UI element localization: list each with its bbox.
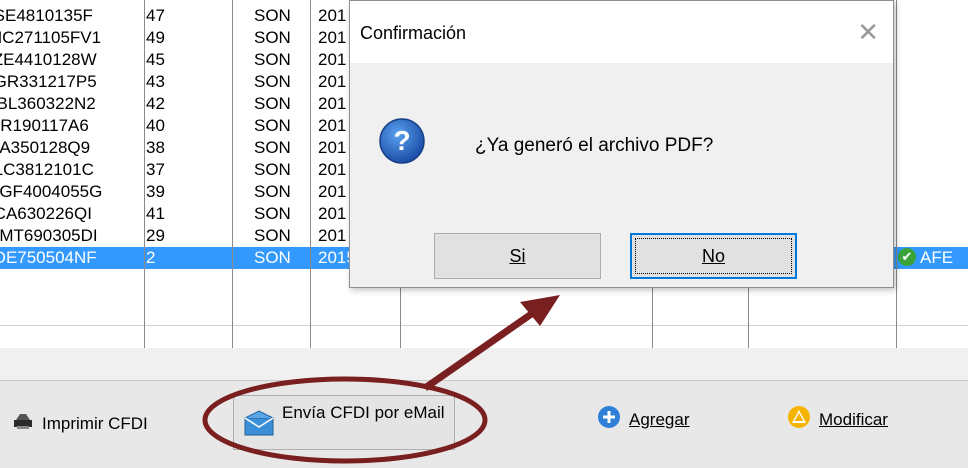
state-cell: SON	[254, 6, 291, 25]
state-cell: SON	[254, 50, 291, 69]
check-icon: ✔	[898, 248, 916, 267]
column-separator	[232, 0, 233, 348]
add-label: Agregar	[629, 409, 690, 429]
state-cell: SON	[254, 182, 291, 201]
number-cell: 41	[146, 204, 165, 223]
plus-circle-icon	[597, 405, 621, 434]
modify-label: Modificar	[819, 409, 888, 429]
state-cell: SON	[254, 226, 291, 245]
column-separator	[896, 0, 897, 348]
number-cell: 43	[146, 72, 165, 91]
add-button[interactable]: Agregar	[597, 405, 689, 434]
state-cell: SON	[254, 116, 291, 135]
state-cell: SON	[254, 28, 291, 47]
send-cfdi-email-label: Envía CFDI por eMail	[282, 403, 445, 422]
dialog-title: Confirmación	[360, 23, 467, 43]
dialog-titlebar: Confirmación ✕	[350, 1, 893, 63]
number-cell: 49	[146, 28, 165, 47]
rfc-cell: MC271105FV1	[0, 28, 102, 47]
rfc-cell: AGF4004055G	[0, 182, 103, 201]
confirmation-dialog: Confirmación ✕ ? ¿Ya generó el archivo P…	[349, 0, 894, 288]
rfc-cell: HR190117A6	[0, 116, 89, 135]
send-cfdi-email-button[interactable]: Envía CFDI por eMail	[233, 395, 455, 450]
rfc-cell: AA350128Q9	[0, 138, 91, 157]
rfc-cell: )SE4810135F	[0, 6, 93, 25]
status-label: AFE	[920, 248, 954, 267]
yes-button-label: Si	[509, 245, 526, 266]
status-cell: ✔ AFE	[898, 247, 968, 269]
rfc-cell: IZE4410128W	[0, 50, 97, 69]
no-button-label: No	[701, 245, 725, 266]
column-separator	[144, 0, 145, 348]
number-cell: 47	[146, 6, 165, 25]
state-cell: SON	[254, 138, 291, 157]
rfc-cell: )GR331217P5	[0, 72, 97, 91]
number-cell: 42	[146, 94, 165, 113]
number-cell: 37	[146, 160, 165, 179]
print-cfdi-label: Imprimir CFDI	[42, 413, 148, 433]
state-cell: SON	[254, 248, 291, 267]
number-cell: 39	[146, 182, 165, 201]
rfc-cell: )CA630226QI	[0, 204, 92, 223]
print-cfdi-button[interactable]: Imprimir CFDI	[12, 412, 148, 435]
column-separator	[310, 0, 311, 348]
empty-grid-row	[0, 325, 968, 348]
rfc-cell: EMT690305DI	[0, 226, 98, 245]
state-cell: SON	[254, 160, 291, 179]
envelope-icon	[244, 410, 274, 441]
number-cell: 40	[146, 116, 165, 135]
question-icon: ?	[378, 117, 426, 170]
state-cell: SON	[254, 204, 291, 223]
rfc-cell: )DE750504NF	[0, 248, 97, 267]
no-button[interactable]: No	[630, 233, 797, 279]
number-cell: 2	[146, 248, 156, 267]
printer-icon	[12, 412, 34, 435]
number-cell: 38	[146, 138, 165, 157]
number-cell: 29	[146, 226, 165, 245]
warning-triangle-icon	[787, 405, 811, 434]
yes-button[interactable]: Si	[434, 233, 601, 279]
state-cell: SON	[254, 94, 291, 113]
dialog-message: ¿Ya generó el archivo PDF?	[475, 135, 714, 156]
modify-button[interactable]: Modificar	[787, 405, 888, 434]
rfc-cell: JBL360322N2	[0, 94, 96, 113]
state-cell: SON	[254, 72, 291, 91]
number-cell: 45	[146, 50, 165, 69]
rfc-cell: )LC3812101C	[0, 160, 94, 179]
dialog-body: ? ¿Ya generó el archivo PDF? Si No	[350, 63, 893, 287]
close-icon[interactable]: ✕	[857, 19, 879, 45]
svg-text:?: ?	[393, 125, 410, 156]
